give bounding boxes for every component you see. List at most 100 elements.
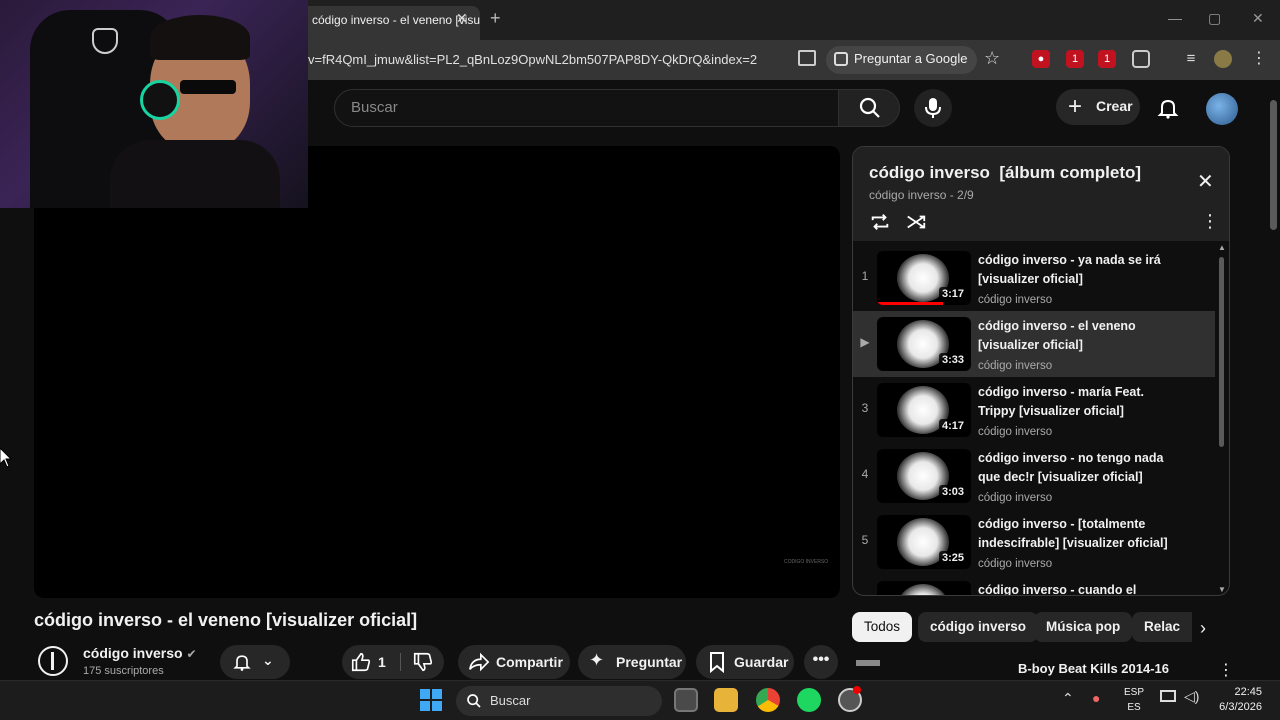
browser-tab[interactable]: código inverso - el veneno [visualizer o… bbox=[300, 6, 480, 40]
ask-button[interactable]: ✦ Preguntar bbox=[578, 645, 686, 679]
clock-time: 22:45 bbox=[1234, 686, 1262, 698]
user-avatar[interactable] bbox=[1206, 93, 1238, 125]
file-explorer-icon[interactable] bbox=[714, 688, 738, 712]
filter-chip[interactable]: Todos bbox=[852, 612, 913, 642]
playlist-item-title: código inverso - no tengo nada que dec!r… bbox=[978, 451, 1164, 484]
more-dots-icon: ••• bbox=[812, 651, 830, 668]
media-queue-icon[interactable]: ≡ bbox=[1182, 50, 1200, 68]
tab-close-icon[interactable]: ✕ bbox=[456, 10, 468, 27]
url-field[interactable]: v=fR4QmI_jmuw&list=PL2_qBnLoz9OpwNL2bm50… bbox=[308, 52, 757, 67]
clock-date: 6/3/2026 bbox=[1219, 701, 1262, 713]
person-shirt bbox=[110, 140, 280, 208]
close-window-icon[interactable]: ✕ bbox=[1252, 10, 1264, 27]
chrome-icon[interactable] bbox=[756, 688, 780, 712]
share-button[interactable]: Compartir bbox=[458, 645, 570, 679]
scroll-up-icon[interactable]: ▲ bbox=[1218, 243, 1226, 252]
minimize-icon[interactable]: — bbox=[1168, 10, 1182, 26]
channel-name-text: código inverso bbox=[83, 645, 183, 661]
subscribe-bell-button[interactable]: ⌄ bbox=[220, 645, 290, 679]
video-watermark: CODIGO INVERSO bbox=[784, 559, 829, 565]
search-button[interactable] bbox=[838, 89, 900, 127]
filter-chip[interactable]: Relac bbox=[1132, 612, 1192, 642]
sparkle-icon: ✦ bbox=[589, 650, 605, 670]
playlist-item[interactable]: código inverso - cuando el bbox=[853, 575, 1215, 595]
playlist-title[interactable]: código inverso [álbum completo] bbox=[869, 163, 1141, 183]
playlist-item-index: ▶ bbox=[860, 335, 870, 349]
ask-label: Preguntar bbox=[616, 654, 683, 670]
filter-chip[interactable]: Música pop bbox=[1034, 612, 1133, 642]
shuffle-icon[interactable] bbox=[905, 211, 927, 233]
channel-name[interactable]: código inverso ✔ bbox=[83, 645, 197, 661]
channel-avatar[interactable] bbox=[38, 646, 68, 676]
video-player[interactable] bbox=[34, 146, 840, 598]
playlist-item-duration: 3:03 bbox=[938, 485, 967, 499]
language-indicator[interactable]: ESP ES bbox=[1124, 685, 1144, 715]
extension-badge-icon[interactable]: 1 bbox=[1066, 50, 1084, 68]
task-view-icon[interactable] bbox=[674, 688, 698, 712]
extensions-puzzle-icon[interactable] bbox=[1132, 50, 1150, 68]
next-video-thumb[interactable] bbox=[856, 660, 880, 666]
playlist-item[interactable]: 1 3:17 código inverso - ya nada se irá [vi… bbox=[853, 245, 1215, 311]
clock[interactable]: 22:45 6/3/2026 bbox=[1210, 685, 1262, 715]
playlist-item-duration: 3:33 bbox=[938, 353, 967, 367]
playlist-item-channel: código inverso bbox=[978, 426, 1053, 438]
filter-chip[interactable]: código inverso bbox=[918, 612, 1039, 642]
create-button[interactable]: + Crear bbox=[1056, 89, 1140, 125]
playlist-item-duration: 3:25 bbox=[938, 551, 967, 565]
next-video-title[interactable]: B-boy Beat Kills 2014-16 bbox=[1018, 661, 1169, 676]
playlist-header: código inverso [álbum completo] código i… bbox=[853, 147, 1229, 241]
bookmark-star-icon[interactable]: ☆ bbox=[984, 48, 1000, 69]
save-label: Guardar bbox=[734, 654, 789, 670]
ask-google-button[interactable]: Preguntar a Google bbox=[826, 46, 978, 74]
playlist-item[interactable]: 4 3:03 código inverso - no tengo nada que … bbox=[853, 443, 1215, 509]
playlist-item-title: código inverso - el veneno [visualizer o… bbox=[978, 319, 1136, 352]
search-input[interactable]: Buscar bbox=[334, 89, 840, 127]
person-hair bbox=[150, 15, 250, 60]
dislike-button[interactable] bbox=[402, 645, 444, 679]
loop-icon[interactable] bbox=[869, 211, 891, 233]
network-icon[interactable] bbox=[1160, 690, 1176, 702]
profile-icon[interactable] bbox=[1214, 50, 1232, 68]
share-label: Compartir bbox=[496, 654, 563, 670]
playlist-menu-icon[interactable]: ⋮ bbox=[1201, 211, 1219, 232]
lang-top: ESP bbox=[1124, 687, 1145, 698]
playlist-item-title: código inverso - maría Feat. Trippy [vis… bbox=[978, 385, 1145, 418]
like-count: 1 bbox=[378, 654, 386, 670]
scroll-down-icon[interactable]: ▼ bbox=[1218, 585, 1226, 594]
taskbar-search[interactable]: Buscar bbox=[456, 686, 662, 716]
install-app-icon[interactable] bbox=[798, 50, 816, 66]
verified-icon: ✔ bbox=[186, 647, 197, 661]
more-actions-button[interactable]: ••• bbox=[804, 645, 838, 679]
search-placeholder: Buscar bbox=[351, 99, 398, 116]
close-playlist-icon[interactable]: ✕ bbox=[1197, 169, 1214, 194]
extension-badge2-icon[interactable]: 1 bbox=[1098, 50, 1116, 68]
playlist-item-index: 3 bbox=[861, 401, 869, 415]
menu-dots-icon[interactable]: ⋮ bbox=[1250, 50, 1268, 68]
chair-logo-icon bbox=[92, 28, 118, 54]
spotify-icon[interactable] bbox=[797, 688, 821, 712]
like-button[interactable]: 1 bbox=[342, 645, 400, 679]
playlist-item[interactable]: 5 3:25 código inverso - [totalmente indesc… bbox=[853, 509, 1215, 575]
playlist-scrollbar[interactable] bbox=[1219, 257, 1224, 447]
voice-search-button[interactable] bbox=[914, 89, 952, 127]
playlist-item[interactable]: ▶ 3:33 código inverso - el veneno [visuali… bbox=[853, 311, 1215, 377]
create-label: Crear bbox=[1096, 98, 1133, 114]
next-video-menu-icon[interactable]: ⋮ bbox=[1218, 660, 1234, 680]
playlist-item-thumbnail bbox=[877, 581, 971, 595]
volume-icon[interactable]: ◁) bbox=[1184, 688, 1199, 705]
save-button[interactable]: Guardar bbox=[696, 645, 794, 679]
notifications-bell-icon[interactable] bbox=[1156, 96, 1180, 120]
ask-google-label: Preguntar a Google bbox=[854, 51, 968, 66]
new-tab-icon[interactable]: + bbox=[490, 8, 501, 29]
chevron-right-icon[interactable]: › bbox=[1200, 618, 1206, 639]
tray-chevron-icon[interactable]: ⌃ bbox=[1062, 690, 1074, 707]
playlist-item[interactable]: 3 4:17 código inverso - maría Feat. Trippy… bbox=[853, 377, 1215, 443]
watch-progress-bar bbox=[877, 302, 943, 305]
windows-start-icon[interactable] bbox=[420, 689, 442, 711]
tray-mic-icon[interactable]: ● bbox=[1092, 690, 1100, 706]
bell-icon bbox=[233, 655, 251, 671]
playlist-subtitle: código inverso - 2/9 bbox=[869, 188, 974, 202]
extension-red-icon[interactable]: ● bbox=[1032, 50, 1050, 68]
maximize-icon[interactable]: ▢ bbox=[1208, 10, 1221, 27]
page-scrollbar[interactable] bbox=[1270, 100, 1277, 230]
